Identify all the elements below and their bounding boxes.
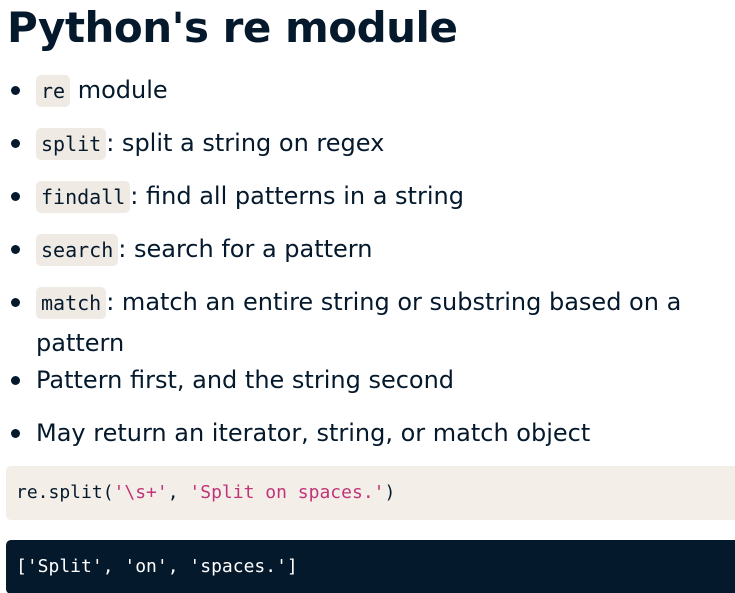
bullet-item-split: split: split a string on regex <box>8 123 728 164</box>
bullet-text: May return an iterator, string, or match… <box>36 419 591 447</box>
code-string-input: 'Split on spaces.' <box>189 482 385 503</box>
slide-title: Python's re module <box>7 3 458 52</box>
inline-code-split: split <box>36 128 107 160</box>
code-output-text: ['Split', 'on', 'spaces.'] <box>16 556 298 577</box>
inline-code-findall: findall <box>36 181 131 213</box>
code-close-paren: ) <box>384 482 396 503</box>
bullet-item-pattern-order: Pattern first, and the string second <box>8 360 728 400</box>
code-string-pattern: '\s+' <box>113 482 168 503</box>
bullet-dot <box>11 245 20 254</box>
bullet-text: findall: find all patterns in a string <box>36 176 728 217</box>
code-input-block: re.split('\s+', 'Split on spaces.') <box>6 466 735 520</box>
bullet-dot <box>11 86 20 95</box>
inline-code-match: match <box>36 287 107 319</box>
bullet-text: search: search for a pattern <box>36 229 728 270</box>
bullet-item-search: search: search for a pattern <box>8 229 728 270</box>
code-output-block: ['Split', 'on', 'spaces.'] <box>6 540 735 593</box>
bullet-item-return-types: May return an iterator, string, or match… <box>8 413 728 453</box>
inline-code-search: search <box>36 234 119 266</box>
bullet-description: module <box>70 76 168 104</box>
bullet-dot <box>11 429 20 438</box>
code-separator: , <box>167 482 190 503</box>
bullet-dot <box>11 298 20 307</box>
code-func: re.split( <box>16 482 114 503</box>
bullet-item-match: match: match an entire string or substri… <box>8 282 728 363</box>
bullet-text: split: split a string on regex <box>36 123 728 164</box>
bullet-item-re: re module <box>8 70 728 111</box>
bullet-description: : match an entire string or substring ba… <box>36 288 682 357</box>
bullet-text: match: match an entire string or substri… <box>36 282 728 363</box>
bullet-text: re module <box>36 70 728 111</box>
bullet-text: Pattern first, and the string second <box>36 366 455 394</box>
bullet-dot <box>11 376 20 385</box>
bullet-item-findall: findall: find all patterns in a string <box>8 176 728 217</box>
inline-code-re: re <box>36 75 71 107</box>
bullet-description: : find all patterns in a string <box>130 182 464 210</box>
bullet-description: : search for a pattern <box>118 235 373 263</box>
bullet-description: : split a string on regex <box>106 129 385 157</box>
bullet-dot <box>11 192 20 201</box>
bullet-dot <box>11 139 20 148</box>
